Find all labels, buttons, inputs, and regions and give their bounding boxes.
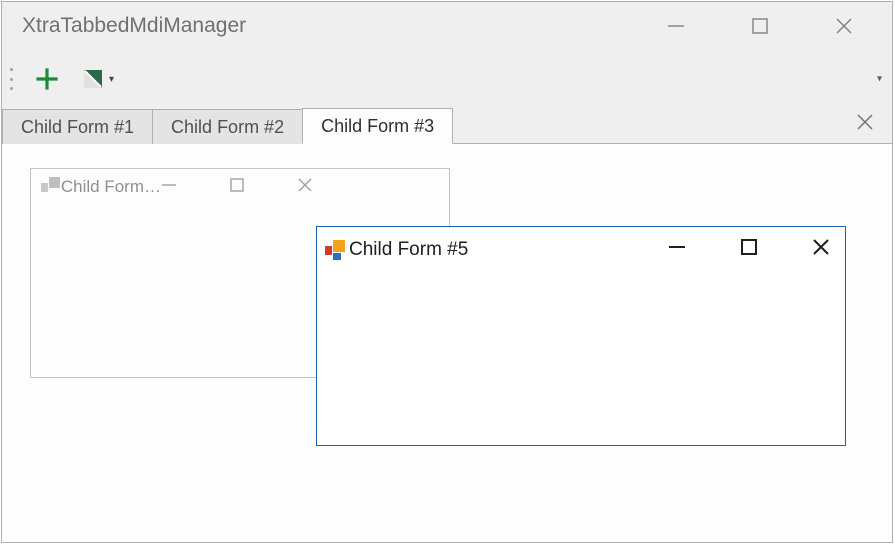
window-controls — [664, 14, 856, 38]
toolbar: ▾ ▾ — [2, 50, 892, 108]
child-minimize-button[interactable] — [667, 237, 687, 263]
chevron-down-icon: ▾ — [109, 74, 114, 85]
toolbar-overflow-button[interactable]: ▾ — [877, 74, 882, 85]
child-title: Child Form… — [41, 177, 161, 197]
plus-icon — [34, 66, 60, 92]
mdi-client-area: Child Form… Child Form #5 — [2, 144, 892, 542]
tab-child-form-1[interactable]: Child Form #1 — [2, 109, 153, 144]
form-icon — [325, 240, 345, 260]
skin-chooser-icon — [80, 66, 105, 92]
child-title: Child Form #5 — [325, 239, 667, 261]
window-title: XtraTabbedMdiManager — [22, 14, 664, 38]
close-icon — [856, 113, 874, 131]
child-window-front[interactable]: Child Form #5 — [316, 226, 846, 446]
maximize-button[interactable] — [748, 14, 772, 38]
tabstrip: Child Form #1 Child Form #2 Child Form #… — [2, 108, 892, 144]
child-maximize-button[interactable] — [739, 237, 759, 263]
tab-label: Child Form #2 — [171, 117, 284, 137]
tab-label: Child Form #3 — [321, 116, 434, 136]
form-icon — [41, 177, 55, 197]
child-titlebar: Child Form #5 — [317, 227, 845, 273]
close-button[interactable] — [832, 14, 856, 38]
add-button[interactable] — [30, 62, 64, 96]
tab-child-form-2[interactable]: Child Form #2 — [152, 109, 303, 144]
tab-child-form-3[interactable]: Child Form #3 — [302, 108, 453, 144]
minimize-button[interactable] — [664, 14, 688, 38]
skin-chooser-button[interactable]: ▾ — [80, 62, 114, 96]
toolbar-grip-icon[interactable] — [10, 68, 16, 90]
main-window: XtraTabbedMdiManager — [1, 1, 893, 543]
child-close-button[interactable] — [297, 177, 313, 198]
child-titlebar: Child Form… — [31, 169, 449, 205]
tab-label: Child Form #1 — [21, 117, 134, 137]
child-minimize-button[interactable] — [161, 177, 177, 198]
titlebar: XtraTabbedMdiManager — [2, 2, 892, 50]
tab-close-button[interactable] — [856, 113, 874, 137]
child-close-button[interactable] — [811, 237, 831, 263]
child-maximize-button[interactable] — [229, 177, 245, 198]
